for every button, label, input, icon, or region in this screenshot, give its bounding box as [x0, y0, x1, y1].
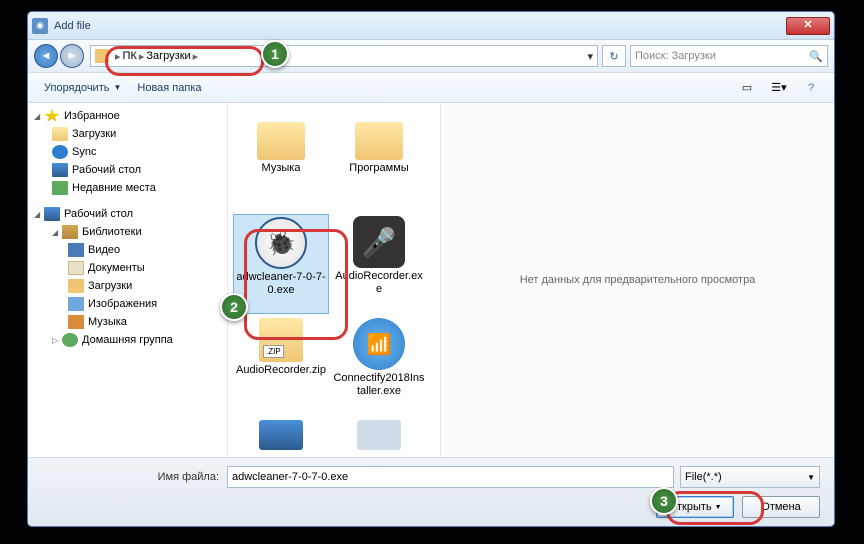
breadcrumb[interactable]: ▸ ПК ▸ Загрузки ▸ ▾	[90, 45, 598, 67]
titlebar: ◉ Add file ✕	[28, 12, 834, 40]
exe-icon	[353, 216, 405, 268]
filename-input[interactable]	[227, 466, 674, 488]
sidebar-downloads[interactable]: Загрузки	[30, 125, 225, 143]
filename-label: Имя файла:	[42, 471, 227, 483]
main-area: ◢Избранное Загрузки Sync Рабочий стол Не…	[28, 103, 834, 457]
file-list[interactable]: Музыка Программы adwcleaner-7-0-7-0.exe …	[228, 103, 440, 457]
preview-pane-button[interactable]: ▭	[732, 78, 762, 98]
folder-icon	[355, 122, 403, 160]
folder-item[interactable]: Музыка	[233, 112, 329, 212]
preview-pane: Нет данных для предварительного просмотр…	[440, 103, 834, 457]
sidebar-sync[interactable]: Sync	[30, 143, 225, 161]
zip-icon	[259, 318, 303, 362]
organize-button[interactable]: Упорядочить ▼	[36, 79, 129, 97]
sidebar-images[interactable]: Изображения	[30, 295, 225, 313]
sidebar-homegroup[interactable]: ▷Домашняя группа	[30, 331, 225, 349]
file-item-selected[interactable]: adwcleaner-7-0-7-0.exe	[233, 214, 329, 314]
file-item[interactable]: Connectify2018Installer.exe	[331, 316, 427, 416]
sidebar-music[interactable]: Музыка	[30, 313, 225, 331]
sidebar-documents[interactable]: Документы	[30, 259, 225, 277]
nav-row: ◄ ► ▸ ПК ▸ Загрузки ▸ ▾ ↻ Поиск: Загрузк…	[28, 40, 834, 73]
exe-icon	[259, 420, 303, 450]
sidebar-desktop[interactable]: Рабочий стол	[30, 161, 225, 179]
toolbar: Упорядочить ▼ Новая папка ▭ ☰▾ ?	[28, 73, 834, 103]
pc-icon	[95, 49, 109, 63]
file-item[interactable]	[331, 418, 427, 457]
search-icon: 🔍	[809, 50, 823, 63]
view-options-button[interactable]: ☰▾	[764, 78, 794, 98]
folder-item[interactable]: Программы	[331, 112, 427, 212]
window-title: Add file	[54, 20, 786, 32]
exe-icon	[353, 318, 405, 370]
badge-3: 3	[650, 487, 678, 515]
file-dialog-window: ◉ Add file ✕ ◄ ► ▸ ПК ▸ Загрузки ▸ ▾ ↻ П…	[27, 11, 835, 527]
help-button[interactable]: ?	[796, 78, 826, 98]
folder-icon	[257, 122, 305, 160]
badge-2: 2	[220, 293, 248, 321]
chevron-down-icon: ▼	[113, 83, 121, 92]
badge-1: 1	[261, 40, 289, 68]
chevron-right-icon: ▸	[139, 50, 145, 63]
sidebar-favorites[interactable]: ◢Избранное	[30, 107, 225, 125]
exe-icon	[255, 217, 307, 269]
breadcrumb-segment[interactable]: Загрузки	[146, 50, 190, 62]
chevron-down-icon: ▼	[807, 473, 815, 482]
search-placeholder: Поиск: Загрузки	[635, 50, 716, 62]
preview-empty-text: Нет данных для предварительного просмотр…	[520, 274, 756, 286]
sidebar-libraries[interactable]: ◢Библиотеки	[30, 223, 225, 241]
sidebar: ◢Избранное Загрузки Sync Рабочий стол Не…	[28, 103, 228, 457]
search-input[interactable]: Поиск: Загрузки 🔍	[630, 45, 828, 67]
file-item[interactable]: AudioRecorder.zip	[233, 316, 329, 416]
exe-icon	[357, 420, 401, 450]
sidebar-video[interactable]: Видео	[30, 241, 225, 259]
split-arrow-icon: ▼	[715, 504, 722, 511]
bottom-bar: Имя файла: File(*.*) ▼ Открыть ▼ Отмена	[28, 457, 834, 527]
filetype-combo[interactable]: File(*.*) ▼	[680, 466, 820, 488]
chevron-right-icon: ▸	[193, 50, 199, 63]
refresh-button[interactable]: ↻	[602, 45, 626, 67]
new-folder-button[interactable]: Новая папка	[129, 79, 209, 97]
app-icon: ◉	[32, 18, 48, 34]
cancel-button[interactable]: Отмена	[742, 496, 820, 518]
file-item[interactable]: AudioRecorder.exe	[331, 214, 427, 314]
sidebar-recent[interactable]: Недавние места	[30, 179, 225, 197]
close-button[interactable]: ✕	[786, 17, 830, 35]
sidebar-downloads2[interactable]: Загрузки	[30, 277, 225, 295]
file-item[interactable]	[233, 418, 329, 457]
breadcrumb-dropdown-icon[interactable]: ▾	[587, 50, 593, 63]
chevron-right-icon: ▸	[115, 50, 121, 63]
back-button[interactable]: ◄	[34, 44, 58, 68]
forward-button[interactable]: ►	[60, 44, 84, 68]
breadcrumb-segment[interactable]: ПК	[123, 50, 137, 62]
sidebar-desktop2[interactable]: ◢Рабочий стол	[30, 205, 225, 223]
